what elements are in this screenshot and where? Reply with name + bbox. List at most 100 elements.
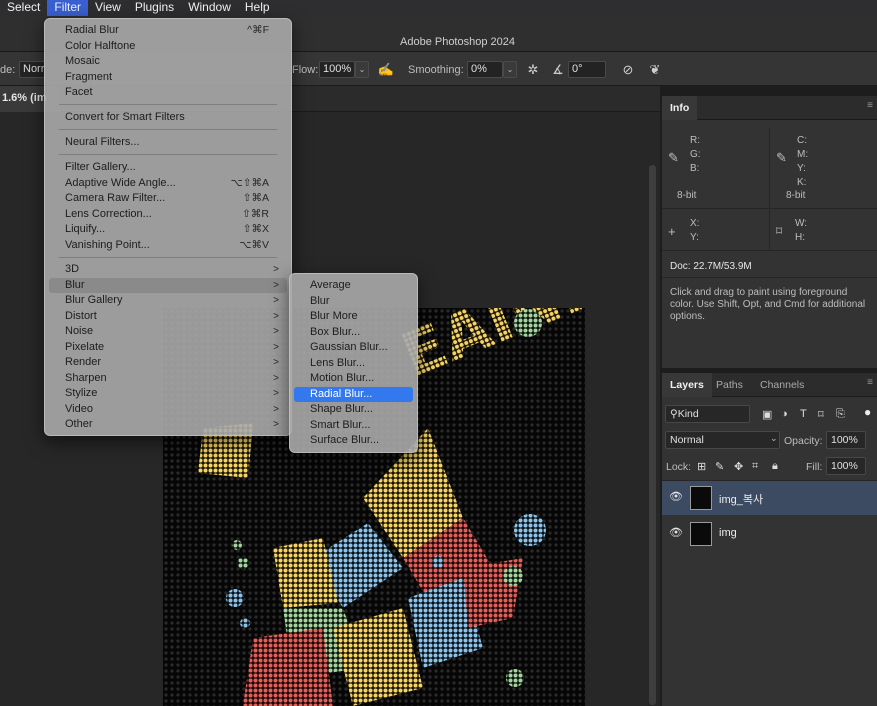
- blend-mode-dropdown[interactable]: Normal: [665, 431, 780, 449]
- menu-item-noise[interactable]: Noise >: [49, 324, 287, 340]
- layers-menu-icon[interactable]: ≡: [867, 377, 873, 388]
- menu-item-lens-blur[interactable]: Lens Blur...: [294, 356, 413, 372]
- menu-select[interactable]: Select: [0, 0, 47, 16]
- tab-channels[interactable]: Channels: [752, 373, 812, 397]
- menu-item-lens-correction[interactable]: Lens Correction... ⇧⌘R: [49, 207, 287, 223]
- menu-item-motion-blur[interactable]: Motion Blur...: [294, 371, 413, 387]
- pressure-icon[interactable]: ⊘: [619, 61, 637, 79]
- menu-help[interactable]: Help: [238, 0, 277, 16]
- menu-item-pixelate[interactable]: Pixelate >: [49, 340, 287, 356]
- menu-item-blur-gallery[interactable]: Blur Gallery >: [49, 293, 287, 309]
- menu-plugins[interactable]: Plugins: [128, 0, 181, 16]
- angle-input[interactable]: 0°: [568, 61, 606, 78]
- menu-item-surface-blur[interactable]: Surface Blur...: [294, 433, 413, 449]
- filter-menu: Radial Blur ^⌘F Color Halftone Mosaic Fra…: [44, 18, 292, 436]
- smoothing-input[interactable]: 0%: [467, 61, 503, 78]
- angle-icon: ∡: [552, 62, 564, 77]
- blend-chevron-icon: ⌄: [770, 433, 778, 443]
- menu-item-blur-more[interactable]: Blur More: [294, 309, 413, 325]
- submenu-chevron-icon: >: [273, 403, 279, 415]
- menu-item-other[interactable]: Other >: [49, 417, 287, 433]
- menu-item-radial-blur[interactable]: Radial Blur...: [294, 386, 413, 402]
- tab-layers[interactable]: Layers: [662, 373, 712, 397]
- filter-smart-object-icon[interactable]: ⎘: [836, 408, 845, 421]
- menu-item-facet[interactable]: Facet: [49, 85, 287, 101]
- kind-filter-dropdown[interactable]: ⚲Kind: [665, 405, 750, 423]
- info-k-label: K:: [797, 177, 807, 188]
- lock-image-icon[interactable]: ✎: [715, 460, 724, 473]
- menu-view[interactable]: View: [88, 0, 128, 16]
- tab-paths[interactable]: Paths: [708, 373, 751, 397]
- fill-label: Fill:: [806, 461, 823, 473]
- visibility-eye-icon[interactable]: 👁︎: [669, 490, 683, 503]
- menu-item-stylize[interactable]: Stylize >: [49, 386, 287, 402]
- menu-item-blur-basic[interactable]: Blur: [294, 294, 413, 310]
- gear-icon[interactable]: ✲: [524, 61, 542, 79]
- menu-item-neural-filters[interactable]: Neural Filters...: [49, 135, 287, 151]
- mode-dropdown[interactable]: Norr: [19, 61, 45, 78]
- fill-input[interactable]: 100%: [826, 457, 866, 475]
- smoothing-dropdown[interactable]: ⌄: [503, 61, 517, 78]
- panel-menu-icon[interactable]: ≡: [867, 100, 873, 111]
- menu-filter[interactable]: Filter: [47, 0, 89, 16]
- lock-all-icon[interactable]: 🔒︎: [772, 460, 778, 473]
- doc-size: Doc: 22.7M/53.9M: [670, 261, 752, 272]
- filter-adjustment-icon[interactable]: ◑: [781, 408, 788, 420]
- menu-item-gaussian-blur[interactable]: Gaussian Blur...: [294, 340, 413, 356]
- lock-transparent-icon[interactable]: ⊞: [697, 460, 706, 473]
- symmetry-icon[interactable]: ❦: [646, 61, 664, 79]
- menu-item-fragment[interactable]: Fragment: [49, 70, 287, 86]
- menu-item-liquify[interactable]: Liquify... ⇧⌘X: [49, 222, 287, 238]
- submenu-chevron-icon: >: [273, 279, 279, 291]
- menu-item-3d[interactable]: 3D >: [49, 262, 287, 278]
- layer-row[interactable]: 👁︎ img_복사: [662, 481, 877, 515]
- info-r-label: R:: [690, 135, 700, 146]
- eyedropper-cmyk-icon: ✎: [776, 150, 787, 165]
- visibility-eye-icon[interactable]: 👁︎: [669, 526, 683, 539]
- airbrush-icon[interactable]: ✍: [377, 61, 395, 79]
- menu-separator: [59, 129, 277, 130]
- menu-item-video[interactable]: Video >: [49, 402, 287, 418]
- menu-item-render[interactable]: Render >: [49, 355, 287, 371]
- menu-bar: Select Filter View Plugins Window Help: [0, 0, 877, 16]
- filter-type-icon[interactable]: T: [800, 408, 807, 420]
- menu-item-color-halftone[interactable]: Color Halftone: [49, 39, 287, 55]
- menu-item-vanishing-point[interactable]: Vanishing Point... ⌥⌘V: [49, 238, 287, 254]
- menu-item-average[interactable]: Average: [294, 278, 413, 294]
- info-m-label: M:: [797, 149, 809, 160]
- tab-info[interactable]: Info: [662, 96, 698, 120]
- menu-item-adaptive-wide-angle[interactable]: Adaptive Wide Angle... ⌥⇧⌘A: [49, 176, 287, 192]
- submenu-chevron-icon: >: [273, 357, 279, 368]
- flow-input[interactable]: 100%: [319, 61, 355, 78]
- info-bit-right: 8-bit: [786, 190, 806, 201]
- menu-item-last-filter[interactable]: Radial Blur ^⌘F: [49, 23, 287, 39]
- menu-item-box-blur[interactable]: Box Blur...: [294, 325, 413, 341]
- info-divider-v: [769, 128, 770, 250]
- lock-position-icon[interactable]: ✥: [734, 460, 743, 473]
- flow-dropdown[interactable]: ⌄: [355, 61, 369, 78]
- layer-thumbnail: [690, 486, 712, 510]
- menu-item-distort[interactable]: Distort >: [49, 309, 287, 325]
- menu-item-convert-smart-filters[interactable]: Convert for Smart Filters: [49, 110, 287, 126]
- submenu-chevron-icon: >: [273, 326, 279, 337]
- lock-artboard-icon[interactable]: ⌗: [752, 460, 758, 473]
- filter-shape-icon[interactable]: ⌑: [818, 408, 824, 421]
- menu-item-smart-blur[interactable]: Smart Blur...: [294, 418, 413, 434]
- menu-item-mosaic[interactable]: Mosaic: [49, 54, 287, 70]
- layer-row[interactable]: 👁︎ img: [662, 517, 877, 551]
- opacity-input[interactable]: 100%: [826, 431, 866, 449]
- submenu-chevron-icon: >: [273, 341, 279, 353]
- window-title: Adobe Photoshop 2024: [400, 36, 515, 48]
- filter-pixel-icon[interactable]: ▣: [762, 408, 772, 421]
- menu-item-shape-blur[interactable]: Shape Blur...: [294, 402, 413, 418]
- menu-window[interactable]: Window: [181, 0, 238, 16]
- menu-item-camera-raw-filter[interactable]: Camera Raw Filter... ⇧⌘A: [49, 191, 287, 207]
- filter-toggle-icon[interactable]: ●: [864, 405, 871, 419]
- menu-item-sharpen[interactable]: Sharpen >: [49, 371, 287, 387]
- menu-item-blur[interactable]: Blur >: [49, 277, 287, 293]
- search-icon: ⚲: [670, 408, 678, 420]
- canvas-scrollbar[interactable]: [649, 165, 656, 705]
- menu-item-filter-gallery[interactable]: Filter Gallery...: [49, 160, 287, 176]
- layers-panel-header: Layers Paths Channels ≡: [662, 373, 877, 397]
- submenu-chevron-icon: >: [273, 419, 279, 430]
